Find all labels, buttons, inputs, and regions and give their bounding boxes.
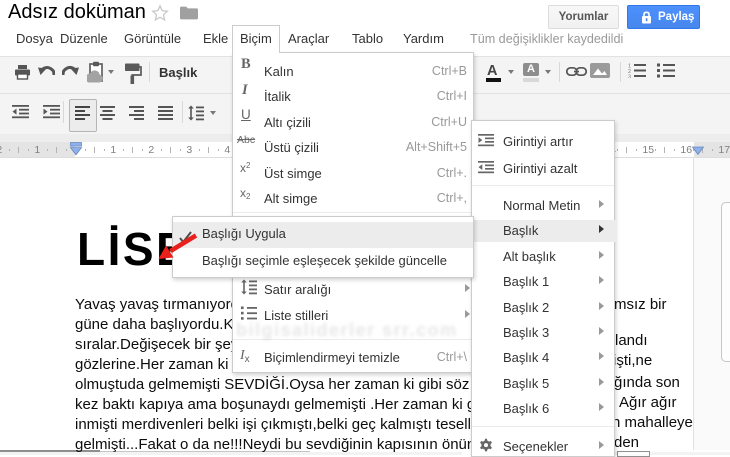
svg-text:3: 3 (628, 75, 631, 79)
